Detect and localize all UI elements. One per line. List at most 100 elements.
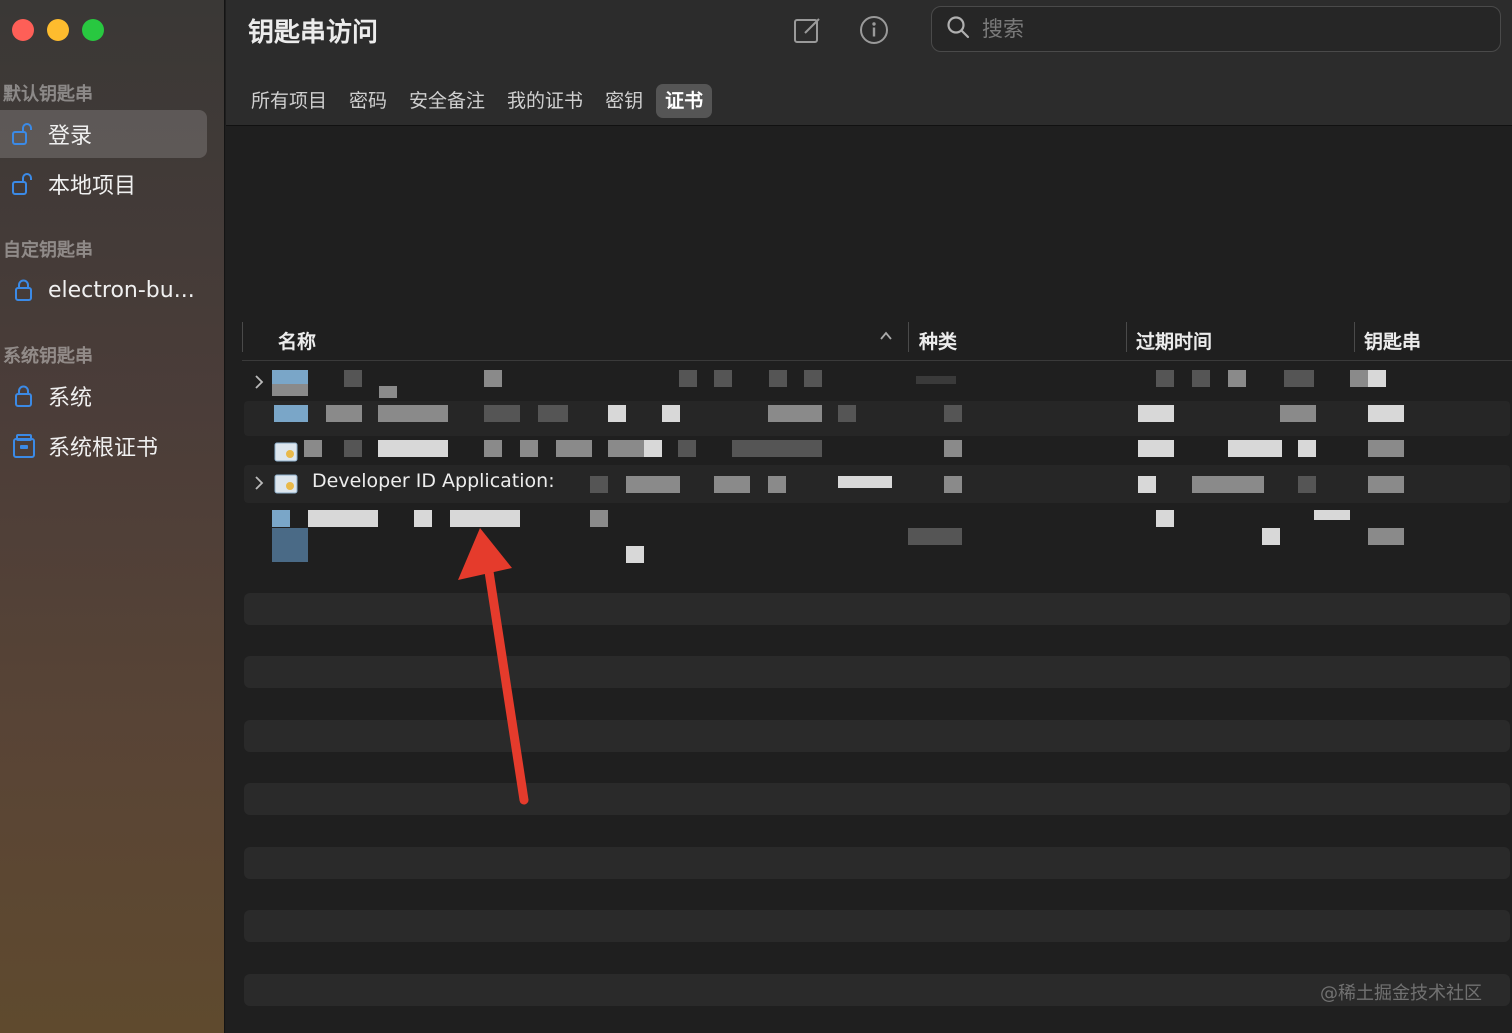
sidebar-item-local-items[interactable]: 本地项目 [0, 160, 207, 208]
section-title-system-keychains: 系统钥匙串 [3, 346, 93, 367]
redacted-block [378, 405, 448, 422]
empty-table-row [244, 783, 1510, 815]
info-icon[interactable] [857, 13, 891, 47]
annotation-arrow-icon [458, 528, 529, 805]
redacted-block [768, 405, 822, 422]
redacted-block [379, 386, 397, 398]
tab-all-items[interactable]: 所有项目 [242, 84, 336, 118]
redacted-block [1368, 476, 1404, 493]
compose-icon[interactable] [791, 13, 825, 47]
category-tabs: 所有项目 密码 安全备注 我的证书 密钥 证书 [242, 84, 713, 118]
redacted-block [1156, 370, 1174, 387]
column-header-name[interactable]: 名称 [278, 327, 316, 354]
chevron-right-icon[interactable] [252, 474, 266, 496]
redacted-block [662, 405, 680, 422]
sidebar-item-electron-builder[interactable]: electron-bu... [0, 266, 207, 314]
redacted-block [626, 476, 680, 493]
redacted-block [1262, 528, 1280, 545]
sidebar-item-system-roots[interactable]: 系统根证书 [0, 422, 207, 470]
redacted-block [1138, 405, 1174, 422]
window-controls [12, 19, 104, 41]
redacted-block [944, 476, 962, 493]
redacted-block [1138, 440, 1174, 457]
redacted-block [1368, 440, 1404, 457]
redacted-block [538, 405, 568, 422]
empty-table-row [244, 720, 1510, 752]
redacted-block [326, 405, 362, 422]
tab-secure-notes[interactable]: 安全备注 [400, 84, 494, 118]
redacted-block [1368, 528, 1404, 545]
redacted-block [679, 370, 697, 387]
search-input[interactable] [980, 16, 1464, 42]
empty-table-row [244, 847, 1510, 879]
empty-table-row [244, 593, 1510, 625]
toolbar: 钥匙串访问 所有项目 密码 安全备注 我的证书 密钥 证书 [226, 0, 1512, 126]
sidebar: 默认钥匙串 登录 本地项目 自定钥匙串 electron-bu... 系统钥匙串… [0, 0, 225, 1033]
tab-passwords[interactable]: 密码 [340, 84, 396, 118]
column-header-expires[interactable]: 过期时间 [1136, 327, 1212, 354]
column-separator [1354, 322, 1355, 352]
search-field[interactable] [931, 6, 1501, 52]
redacted-block [304, 440, 322, 457]
unlocked-icon [10, 170, 38, 198]
redacted-block [272, 384, 308, 396]
empty-table-row [244, 910, 1510, 942]
window-title: 钥匙串访问 [248, 18, 379, 48]
sidebar-item-system[interactable]: 系统 [0, 372, 207, 420]
redacted-block [944, 440, 962, 457]
redacted-block [838, 476, 892, 488]
redacted-block [804, 370, 822, 387]
chevron-right-icon[interactable] [252, 373, 266, 395]
redacted-block [678, 440, 696, 457]
minimize-window-button[interactable] [47, 19, 69, 41]
certificate-icon [274, 474, 298, 494]
redacted-block [1228, 440, 1282, 457]
table-row[interactable]: Developer ID Application: [244, 465, 1510, 503]
redacted-block [344, 440, 362, 457]
table-row[interactable] [244, 366, 1510, 401]
column-header-kind[interactable]: 种类 [919, 327, 957, 354]
redacted-block [484, 440, 502, 457]
redacted-block [484, 370, 502, 387]
column-separator [1126, 322, 1127, 352]
tab-certificates[interactable]: 证书 [656, 84, 713, 118]
redacted-block [944, 405, 962, 422]
redacted-block [520, 440, 538, 457]
lock-icon [10, 382, 38, 410]
redacted-block [556, 440, 592, 457]
redacted-block [714, 370, 732, 387]
redacted-block [1298, 476, 1316, 493]
table-row[interactable] [244, 401, 1510, 436]
column-header-keychain[interactable]: 钥匙串 [1364, 327, 1421, 354]
tab-my-certificates[interactable]: 我的证书 [498, 84, 592, 118]
close-window-button[interactable] [12, 19, 34, 41]
redacted-block [608, 440, 644, 457]
certificate-icon [274, 442, 298, 462]
redacted-block [272, 510, 290, 527]
sidebar-item-login[interactable]: 登录 [0, 110, 207, 158]
certificate-name: Developer ID Application: [312, 470, 555, 492]
redacted-block [1350, 370, 1368, 387]
zoom-window-button[interactable] [82, 19, 104, 41]
sort-ascending-icon[interactable] [878, 328, 894, 348]
cabinet-icon [10, 432, 38, 460]
redacted-block [1228, 370, 1246, 387]
tab-keys[interactable]: 密钥 [596, 84, 652, 118]
redacted-block [1284, 370, 1314, 387]
unlocked-icon [10, 120, 38, 148]
table-row[interactable] [244, 506, 1510, 566]
sidebar-item-label: 登录 [48, 124, 93, 149]
empty-table-row [244, 656, 1510, 688]
redacted-block [272, 528, 308, 562]
sidebar-item-label: electron-bu... [48, 277, 195, 303]
redacted-block [1138, 476, 1156, 493]
redacted-block [344, 370, 362, 387]
redacted-block [378, 440, 448, 457]
redacted-block [714, 476, 750, 493]
search-icon [946, 15, 970, 43]
redacted-block [608, 405, 626, 422]
redacted-block [272, 370, 308, 384]
redacted-block [414, 510, 432, 527]
redacted-block [908, 528, 962, 545]
redacted-block [274, 405, 308, 422]
